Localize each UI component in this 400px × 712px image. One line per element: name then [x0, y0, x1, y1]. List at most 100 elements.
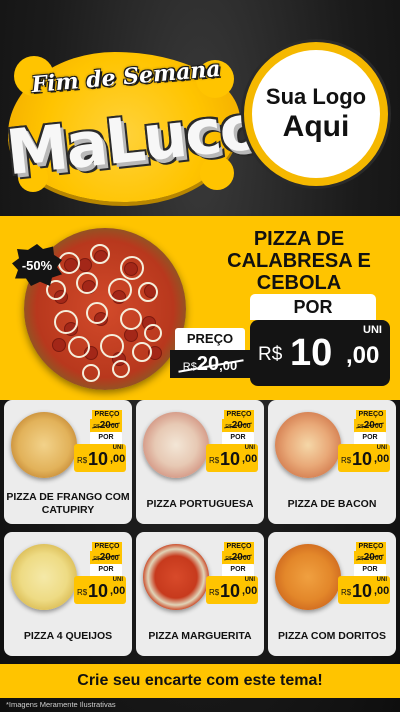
logo-placeholder[interactable]: Sua Logo Aqui: [244, 42, 388, 186]
currency-label: R$: [209, 588, 220, 597]
product-new-price: UNI R$ 10 ,00: [74, 576, 126, 604]
price-cents: ,00: [110, 585, 126, 597]
onion-ring: [144, 324, 162, 342]
product-por-label: POR: [222, 432, 254, 444]
onion-ring: [100, 334, 124, 358]
onion-ring: [132, 342, 152, 362]
product-por-label: POR: [354, 432, 386, 444]
product-card[interactable]: PREÇO R$2000 POR UNI R$ 10 ,00 PIZZA DE …: [268, 400, 396, 524]
onion-ring: [86, 302, 108, 324]
price-cents: ,00: [374, 453, 390, 465]
currency-label: R$: [77, 588, 88, 597]
logo-line-1: Sua Logo: [265, 84, 367, 109]
cta-banner[interactable]: Crie seu encarte com este tema!: [0, 664, 400, 698]
product-name: PIZZA MARGUERITA: [148, 629, 252, 642]
featured-preco-label: PREÇO: [175, 328, 245, 350]
product-por-label: POR: [354, 564, 386, 576]
currency-label: R$: [341, 456, 352, 465]
pepperoni-slice: [52, 338, 66, 352]
product-old-price: R$2000: [90, 419, 122, 432]
product-pizza-image: [11, 412, 77, 478]
header-banner: Fim de Semana MaLuco Sua Logo Aqui: [0, 0, 400, 215]
product-new-price: UNI R$ 10 ,00: [206, 576, 258, 604]
product-preco-label: PREÇO: [92, 542, 122, 551]
product-preco-label: PREÇO: [224, 542, 254, 551]
product-new-price: UNI R$ 10 ,00: [74, 444, 126, 472]
product-name: PIZZA PORTUGUESA: [146, 497, 254, 510]
featured-new-price: UNI R$ 10 ,00: [250, 320, 390, 386]
featured-old-price: R$20,00: [170, 350, 250, 378]
product-new-price: UNI R$ 10 ,00: [338, 576, 390, 604]
product-old-price: R$2000: [222, 551, 254, 564]
unit-label: UNI: [376, 577, 387, 583]
product-card[interactable]: PREÇO R$2000 POR UNI R$ 10 ,00 PIZZA 4 Q…: [4, 532, 132, 656]
unit-label: UNI: [112, 445, 123, 451]
featured-por-label: POR: [250, 294, 376, 320]
product-preco-label: PREÇO: [224, 410, 254, 419]
product-pizza-image: [275, 544, 341, 610]
pepperoni-slice: [78, 258, 92, 272]
product-old-price: R$2000: [90, 551, 122, 564]
product-new-price: UNI R$ 10 ,00: [206, 444, 258, 472]
unit-label: UNI: [376, 445, 387, 451]
product-name: PIZZA 4 QUEIJOS: [23, 629, 113, 642]
onion-ring: [58, 252, 80, 274]
product-name: PIZZA DE BACON: [287, 497, 377, 510]
price-int: 10: [220, 581, 241, 601]
product-por-label: POR: [222, 564, 254, 576]
price-cents: ,00: [242, 453, 258, 465]
product-pizza-image: [143, 412, 209, 478]
onion-ring: [82, 364, 100, 382]
price-int: 10: [220, 449, 241, 469]
product-old-price: R$2000: [222, 419, 254, 432]
product-card[interactable]: PREÇO R$2000 POR UNI R$ 10 ,00 PIZZA MAR…: [136, 532, 264, 656]
onion-ring: [112, 360, 130, 378]
product-preco-label: PREÇO: [356, 410, 386, 419]
currency-label: R$: [209, 456, 220, 465]
product-name: PIZZA DE FRANGO COM CATUPIRY: [6, 491, 130, 516]
price-int: 10: [88, 449, 109, 469]
product-card[interactable]: PREÇO R$2000 POR UNI R$ 10 ,00 PIZZA POR…: [136, 400, 264, 524]
unit-label: UNI: [244, 445, 255, 451]
product-old-price: R$2000: [354, 551, 386, 564]
product-preco-label: PREÇO: [92, 410, 122, 419]
price-int: 10: [352, 581, 373, 601]
onion-ring: [90, 244, 110, 264]
product-pizza-image: [275, 412, 341, 478]
product-card[interactable]: PREÇO R$2000 POR UNI R$ 10 ,00 PIZZA DE …: [4, 400, 132, 524]
onion-ring: [120, 308, 142, 330]
price-cents: ,00: [374, 585, 390, 597]
price-int: 10: [352, 449, 373, 469]
onion-ring: [54, 310, 78, 334]
featured-product-name: PIZZA DE CALABRESA E CEBOLA: [227, 228, 371, 294]
unit-label: UNI: [112, 577, 123, 583]
onion-ring: [68, 336, 90, 358]
price-int: 10: [290, 332, 333, 374]
price-cents: ,00: [110, 453, 126, 465]
logo-line-2: Aqui: [282, 110, 350, 143]
onion-ring: [76, 272, 98, 294]
product-preco-label: PREÇO: [356, 542, 386, 551]
price-cents: ,00: [242, 585, 258, 597]
unit-label: UNI: [363, 324, 382, 336]
unit-label: UNI: [244, 577, 255, 583]
product-pizza-image: [11, 544, 77, 610]
price-int: 10: [88, 581, 109, 601]
price-cents: ,00: [346, 342, 380, 369]
disclaimer-text: *Imagens Meramente Ilustrativas: [6, 700, 116, 709]
product-pizza-image: [143, 544, 209, 610]
onion-ring: [120, 256, 144, 280]
onion-ring: [108, 278, 132, 302]
product-card[interactable]: PREÇO R$2000 POR UNI R$ 10 ,00 PIZZA COM…: [268, 532, 396, 656]
product-old-price: R$2000: [354, 419, 386, 432]
pepperoni-slice: [124, 328, 138, 342]
product-por-label: POR: [90, 564, 122, 576]
product-name: PIZZA COM DORITOS: [278, 629, 386, 642]
product-por-label: POR: [90, 432, 122, 444]
onion-ring: [138, 282, 158, 302]
currency-label: R$: [258, 344, 283, 365]
currency-label: R$: [77, 456, 88, 465]
currency-label: R$: [341, 588, 352, 597]
featured-offer: -50% PIZZA DE CALABRESA E CEBOLA POR PRE…: [0, 216, 400, 400]
product-new-price: UNI R$ 10 ,00: [338, 444, 390, 472]
